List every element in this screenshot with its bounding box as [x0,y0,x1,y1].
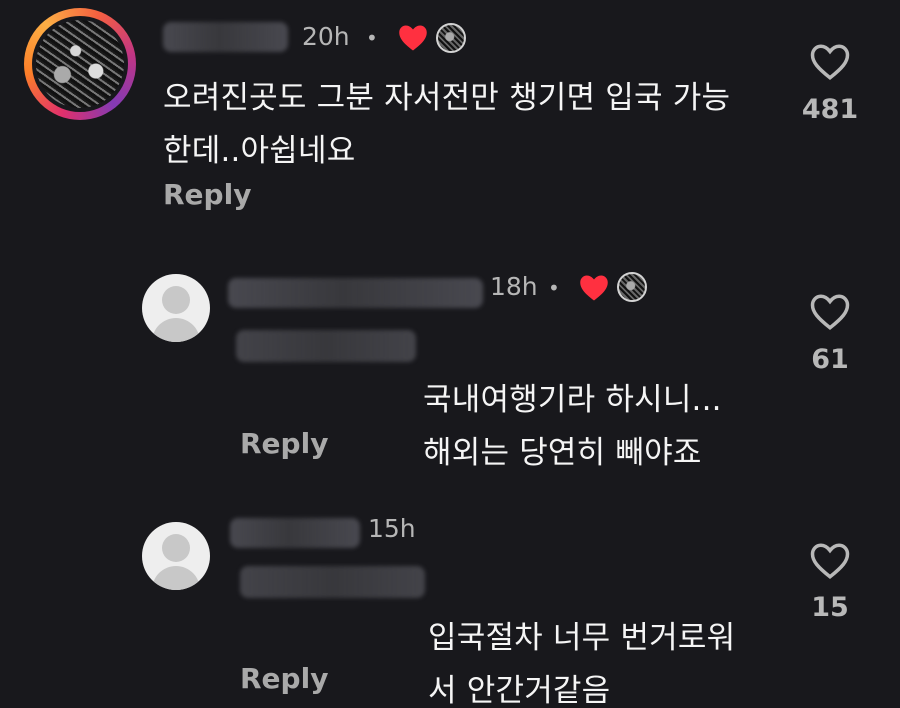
comment-body-first-line: 입국절차 너무 번거로워 서 안간거같음 [428,559,768,708]
creator-avatar-icon [436,23,466,53]
reply-button[interactable]: Reply [240,427,328,460]
blurred-username[interactable] [163,22,288,52]
comment-body: 오려진곳도 그분 자서전만 챙기면 입국 가능 한데..아쉽네요 [163,80,731,169]
avatar-body-shape [152,318,200,342]
blurred-mention[interactable] [240,566,425,598]
commenter-avatar-story-ring[interactable] [24,8,136,120]
default-user-avatar-icon[interactable] [142,274,210,342]
like-count: 15 [811,592,849,623]
creator-heart-icon [399,25,427,51]
avatar-head-shape [162,534,190,562]
separator-dot: • [548,276,560,300]
comment-time: 18h [490,272,538,301]
heart-outline-icon[interactable] [809,541,851,581]
commenter-avatar-photo [36,20,124,108]
reply-button[interactable]: Reply [240,662,328,695]
blurred-mention[interactable] [236,330,416,362]
default-user-avatar-icon[interactable] [142,522,210,590]
creator-avatar-icon [617,272,647,302]
avatar-head-shape [162,286,190,314]
comment-body: 입국절차 너무 번거로워 서 안간거같음 [428,620,736,708]
avatar-ring-gap [32,16,128,112]
heart-outline-icon[interactable] [809,42,851,82]
comment-thread: 20h • 오려진곳도 그분 자서전만 챙기면 입국 가능 한데..아쉽네요 R… [0,0,900,708]
avatar-body-shape [152,566,200,590]
comment-body: 국내여행기라 하시니... 해외는 당연히 빼야죠 [423,382,722,471]
creator-heart-icon [580,275,608,301]
heart-outline-icon[interactable] [809,292,851,332]
comment-body-first-line: 국내여행기라 하시니... 해외는 당연히 빼야죠 [423,321,763,480]
like-count: 481 [801,94,859,125]
blurred-username[interactable] [228,278,483,308]
separator-dot: • [366,26,378,50]
comment-time: 15h [368,514,416,543]
blurred-username[interactable] [230,518,360,548]
reply-button[interactable]: Reply [163,178,251,211]
comment-time: 20h [302,22,350,51]
like-count: 61 [811,344,849,375]
